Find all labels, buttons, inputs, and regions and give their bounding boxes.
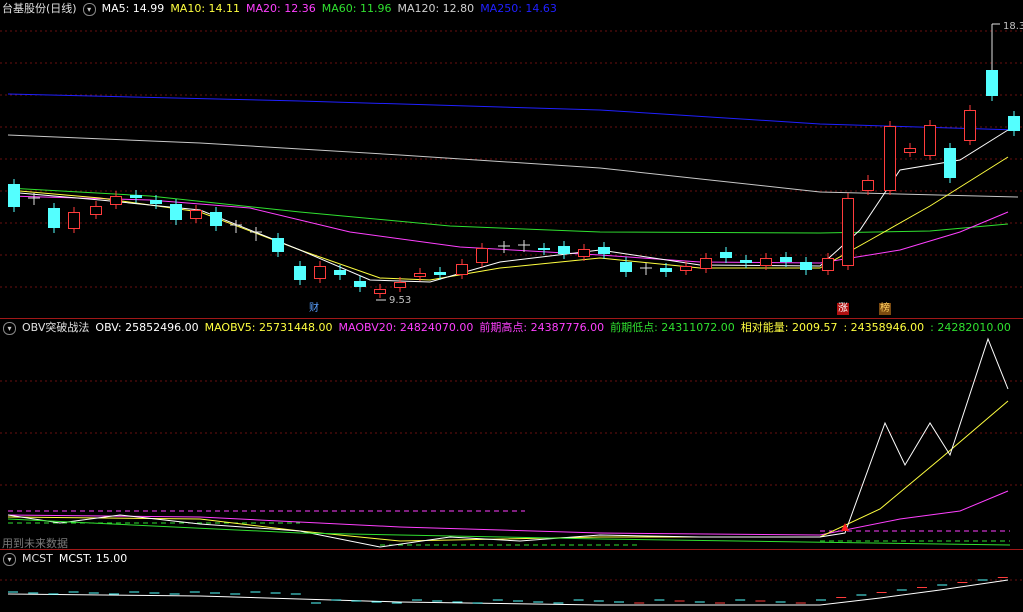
- mcst-panel[interactable]: ▾ MCST MCST: 15.00: [0, 550, 1023, 612]
- prev-high-value: 前期高点: 24387776.00: [479, 321, 605, 334]
- candle-body-46: [944, 148, 956, 178]
- candle-body-39: [800, 262, 812, 270]
- extra-value-2: : 24282010.00: [930, 321, 1011, 334]
- indicator-menu-icon[interactable]: ▾: [82, 2, 96, 16]
- candle-body-41: [842, 198, 854, 266]
- candle-body-20: [414, 273, 426, 277]
- obv-panel[interactable]: ▾ OBV突破战法 OBV: 25852496.00 MAOBV5: 25731448…: [0, 319, 1023, 550]
- mcst-header: ▾ MCST MCST: 15.00: [0, 550, 133, 568]
- candle-body-37: [760, 258, 772, 266]
- obv-value: OBV: 25852496.00: [95, 321, 199, 334]
- candle-body-6: [130, 195, 142, 198]
- candle-body-5: [110, 196, 122, 205]
- obv-chart[interactable]: [0, 319, 1023, 549]
- candle-body-38: [780, 257, 792, 262]
- stock-title: 台基股份(日线): [2, 2, 77, 15]
- obv-line: [7, 337, 1009, 548]
- candle-body-18: [374, 289, 386, 294]
- candle-body-47: [964, 110, 976, 141]
- candle-body-35: [720, 252, 732, 258]
- candle-body-29: [598, 247, 610, 254]
- candle-body-28: [578, 249, 590, 257]
- candle-body-33: [680, 266, 692, 271]
- candle-body-45: [924, 125, 936, 156]
- candle-body-21: [434, 272, 446, 275]
- relative-energy-value: 相对能量: 2009.57: [740, 321, 838, 334]
- candle-body-2: [48, 208, 60, 228]
- candle-body-48: [986, 70, 998, 96]
- candle-body-17: [354, 281, 366, 287]
- candle-body-16: [334, 270, 346, 275]
- price-chart[interactable]: [0, 0, 1023, 318]
- mcst-value: MCST: 15.00: [58, 552, 128, 565]
- ma60-label: MA60: 11.96: [321, 2, 392, 15]
- high-price-label: 18.3: [1003, 21, 1023, 32]
- ma5-label: MA5: 14.99: [101, 2, 165, 15]
- ma120-label: MA120: 12.80: [397, 2, 475, 15]
- ma10-line: [7, 156, 1009, 281]
- obv-title: OBV突破战法: [22, 321, 90, 334]
- mcst-chart[interactable]: [0, 550, 1023, 612]
- candle-body-8: [170, 204, 182, 220]
- ma250-line: [7, 93, 1019, 131]
- price-header: 台基股份(日线) ▾ MA5: 14.99 MA10: 14.11 MA20: 12.3…: [0, 0, 563, 18]
- candle-body-15: [314, 266, 326, 279]
- candle-body-3: [68, 212, 80, 229]
- candle-body-4: [90, 206, 102, 215]
- prev-low-value: 前期低点: 24311072.00: [610, 321, 735, 334]
- extra-value-1: : 24358946.00: [843, 321, 925, 334]
- candle-body-26: [538, 248, 550, 250]
- candle-body-32: [660, 268, 672, 272]
- ma20-label: MA20: 12.36: [246, 2, 316, 15]
- candle-body-27: [558, 246, 570, 254]
- obv-menu-icon[interactable]: ▾: [3, 321, 16, 335]
- candle-body-7: [150, 200, 162, 204]
- candle-body-23: [476, 248, 488, 263]
- maobv5-value: MAOBV5: 25731448.00: [204, 321, 333, 334]
- maobv5-line: [7, 400, 1009, 542]
- candle-body-42: [862, 180, 874, 191]
- candle-body-19: [394, 282, 406, 288]
- candle-body-36: [740, 260, 752, 263]
- candle-body-9: [190, 210, 202, 219]
- marker-cai[interactable]: 财: [308, 303, 320, 315]
- marker-bang[interactable]: 榜: [879, 303, 891, 315]
- candle-body-10: [210, 212, 222, 226]
- candle-body-49: [1008, 116, 1020, 131]
- candle-body-40: [822, 258, 834, 271]
- maobv20-value: MAOBV20: 24824070.00: [338, 321, 474, 334]
- ma5-line: [7, 129, 1009, 283]
- candle-body-34: [700, 258, 712, 269]
- ma10-label: MA10: 14.11: [170, 2, 241, 15]
- price-panel[interactable]: 台基股份(日线) ▾ MA5: 14.99 MA10: 14.11 MA20: 12.3…: [0, 0, 1023, 318]
- candle-body-0: [8, 184, 20, 207]
- candle-body-30: [620, 262, 632, 272]
- candle-body-22: [456, 264, 468, 275]
- mcst-title: MCST: [22, 552, 53, 565]
- mcst-menu-icon[interactable]: ▾: [3, 552, 16, 566]
- marker-zhang[interactable]: 涨: [837, 303, 849, 315]
- candle-body-44: [904, 148, 916, 153]
- candle-body-14: [294, 266, 306, 280]
- low-price-label: 9.53: [389, 295, 412, 306]
- candle-body-13: [272, 238, 284, 252]
- ma250-label: MA250: 14.63: [480, 2, 557, 15]
- obv-header: ▾ OBV突破战法 OBV: 25852496.00 MAOBV5: 25731448…: [0, 319, 1017, 337]
- ma60-line: [7, 187, 1009, 234]
- candle-body-43: [884, 126, 896, 191]
